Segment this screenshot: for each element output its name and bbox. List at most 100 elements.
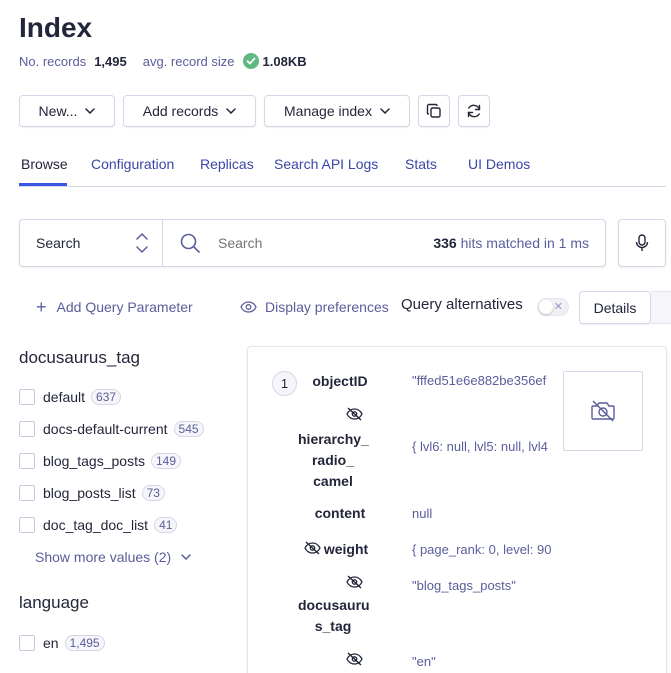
- facet-item[interactable]: default 637: [19, 381, 234, 413]
- manage-index-label: Manage index: [284, 103, 372, 119]
- chevron-down-icon: [380, 108, 390, 114]
- eye-off-icon[interactable]: [304, 541, 321, 555]
- eye-off-icon[interactable]: [346, 407, 363, 421]
- facet-item-count: 149: [150, 453, 181, 469]
- facet-item[interactable]: blog_tags_posts 149: [19, 445, 234, 477]
- attr-value-language: "en": [412, 654, 436, 669]
- refresh-button[interactable]: [458, 95, 490, 127]
- hit-number: 1: [272, 371, 297, 396]
- search-mode-value: Search: [36, 235, 81, 251]
- facet-item-label: blog_posts_list: [43, 485, 136, 501]
- facet-item[interactable]: en 1,495: [19, 627, 234, 659]
- attr-name-line: docusauru: [298, 597, 370, 613]
- tab-stats[interactable]: Stats: [405, 156, 437, 172]
- hit-card: 1 objectID "fffed51e6e882be356ef hierarc…: [247, 346, 667, 673]
- hits-text: hits matched in 1 ms: [460, 235, 589, 251]
- facet-item-count: 41: [154, 517, 178, 533]
- attr-name-weight: weight: [323, 541, 369, 557]
- voice-search-button[interactable]: [618, 219, 666, 267]
- image-placeholder: [563, 371, 643, 451]
- attr-name-objectid: objectID: [312, 373, 368, 389]
- close-icon: ✕: [553, 301, 563, 313]
- facet-item-label: en: [43, 635, 59, 651]
- page-title: Index: [19, 12, 93, 43]
- tab-configuration[interactable]: Configuration: [91, 156, 174, 172]
- add-records-label: Add records: [142, 103, 219, 119]
- facet-item-count: 73: [141, 485, 165, 501]
- eye-icon: [240, 301, 257, 313]
- facet-item[interactable]: docs-default-current 545: [19, 413, 234, 445]
- facet-title: language: [19, 593, 89, 612]
- display-preferences-button[interactable]: Display preferences: [240, 299, 389, 315]
- eye-off-icon[interactable]: [346, 575, 363, 589]
- details-button[interactable]: Details: [579, 291, 651, 324]
- eye-off-icon[interactable]: [346, 652, 363, 666]
- refresh-icon: [467, 104, 481, 118]
- attr-value-objectid: "fffed51e6e882be356ef: [412, 373, 547, 388]
- plus-icon: +: [36, 297, 47, 317]
- facet-checkbox[interactable]: [19, 389, 35, 405]
- new-button[interactable]: New...: [19, 95, 115, 127]
- attr-name-docusaurus-tag: docusauru s_tag: [298, 595, 370, 637]
- avg-size-value: 1.08KB: [262, 53, 307, 69]
- attr-name-line: camel: [313, 473, 353, 489]
- query-alternatives-label: Query alternatives: [401, 296, 523, 313]
- facet-item-count: 637: [91, 389, 122, 405]
- attr-name-hierarchy: hierarchy_ radio_ camel: [298, 429, 369, 492]
- toggle-knob: [539, 300, 553, 314]
- add-query-parameter-label: Add Query Parameter: [56, 299, 193, 315]
- avg-size-label: avg. record size: [142, 53, 235, 69]
- tab-replicas[interactable]: Replicas: [200, 156, 254, 172]
- facet-item-label: docs-default-current: [43, 421, 168, 437]
- attr-name-line: radio_: [311, 452, 354, 468]
- records-value: 1,495: [94, 53, 127, 69]
- attr-value-docusaurus-tag: "blog_tags_posts": [412, 578, 516, 593]
- facet-item-label: default: [43, 389, 86, 405]
- add-query-parameter-button[interactable]: + Add Query Parameter: [36, 297, 193, 317]
- facet-checkbox[interactable]: [19, 421, 35, 437]
- show-more-values-button[interactable]: Show more values (2): [35, 541, 234, 573]
- query-alternatives-toggle[interactable]: ✕: [537, 298, 569, 316]
- display-preferences-label: Display preferences: [265, 299, 389, 315]
- facet-item-label: blog_tags_posts: [43, 453, 145, 469]
- search-input[interactable]: [218, 235, 418, 251]
- attr-name-line: s_tag: [314, 618, 352, 634]
- copy-index-button[interactable]: [418, 95, 450, 127]
- copy-icon: [426, 103, 441, 118]
- records-label: No. records: [19, 53, 87, 69]
- facet-item-count: 1,495: [64, 635, 105, 651]
- manage-index-button[interactable]: Manage index: [264, 95, 410, 127]
- camera-off-icon: [591, 400, 615, 422]
- new-button-label: New...: [38, 103, 78, 119]
- chevron-up-down-icon: [136, 232, 148, 254]
- facet-checkbox[interactable]: [19, 517, 35, 533]
- search-bar: Search 336 hits matched in 1 ms: [19, 219, 606, 267]
- tab-search-api-logs[interactable]: Search API Logs: [274, 156, 378, 172]
- attr-name-line: hierarchy_: [298, 431, 369, 447]
- attr-value-content: null: [412, 506, 433, 521]
- facets-panel: docusaurus_tag default 637 docs-default-…: [19, 348, 234, 659]
- facet-checkbox[interactable]: [19, 453, 35, 469]
- attr-name-content: content: [314, 505, 366, 521]
- facet-title: docusaurus_tag: [19, 348, 140, 367]
- tab-bar: Browse Configuration Replicas Search API…: [19, 150, 666, 187]
- chevron-down-icon: [226, 108, 236, 114]
- query-options-row: + Add Query Parameter Display preference…: [0, 292, 671, 324]
- chevron-down-icon: [85, 108, 96, 114]
- panel-edge: [651, 291, 671, 324]
- facet-checkbox[interactable]: [19, 635, 35, 651]
- microphone-icon: [635, 234, 649, 251]
- tab-ui-demos[interactable]: UI Demos: [468, 156, 530, 172]
- attr-value-hierarchy: { lvl6: null, lvl5: null, lvl4: [412, 439, 548, 454]
- facet-item-label: doc_tag_doc_list: [43, 517, 149, 533]
- search-mode-select[interactable]: Search: [20, 220, 163, 266]
- facet-item[interactable]: blog_posts_list 73: [19, 477, 234, 509]
- add-records-button[interactable]: Add records: [123, 95, 256, 127]
- tab-browse[interactable]: Browse: [21, 156, 68, 172]
- hits-count: 336: [433, 235, 457, 251]
- chevron-down-icon: [181, 554, 191, 560]
- facet-item-count: 545: [173, 421, 204, 437]
- facet-item[interactable]: doc_tag_doc_list 41: [19, 509, 234, 541]
- facet-checkbox[interactable]: [19, 485, 35, 501]
- search-icon: [180, 233, 200, 253]
